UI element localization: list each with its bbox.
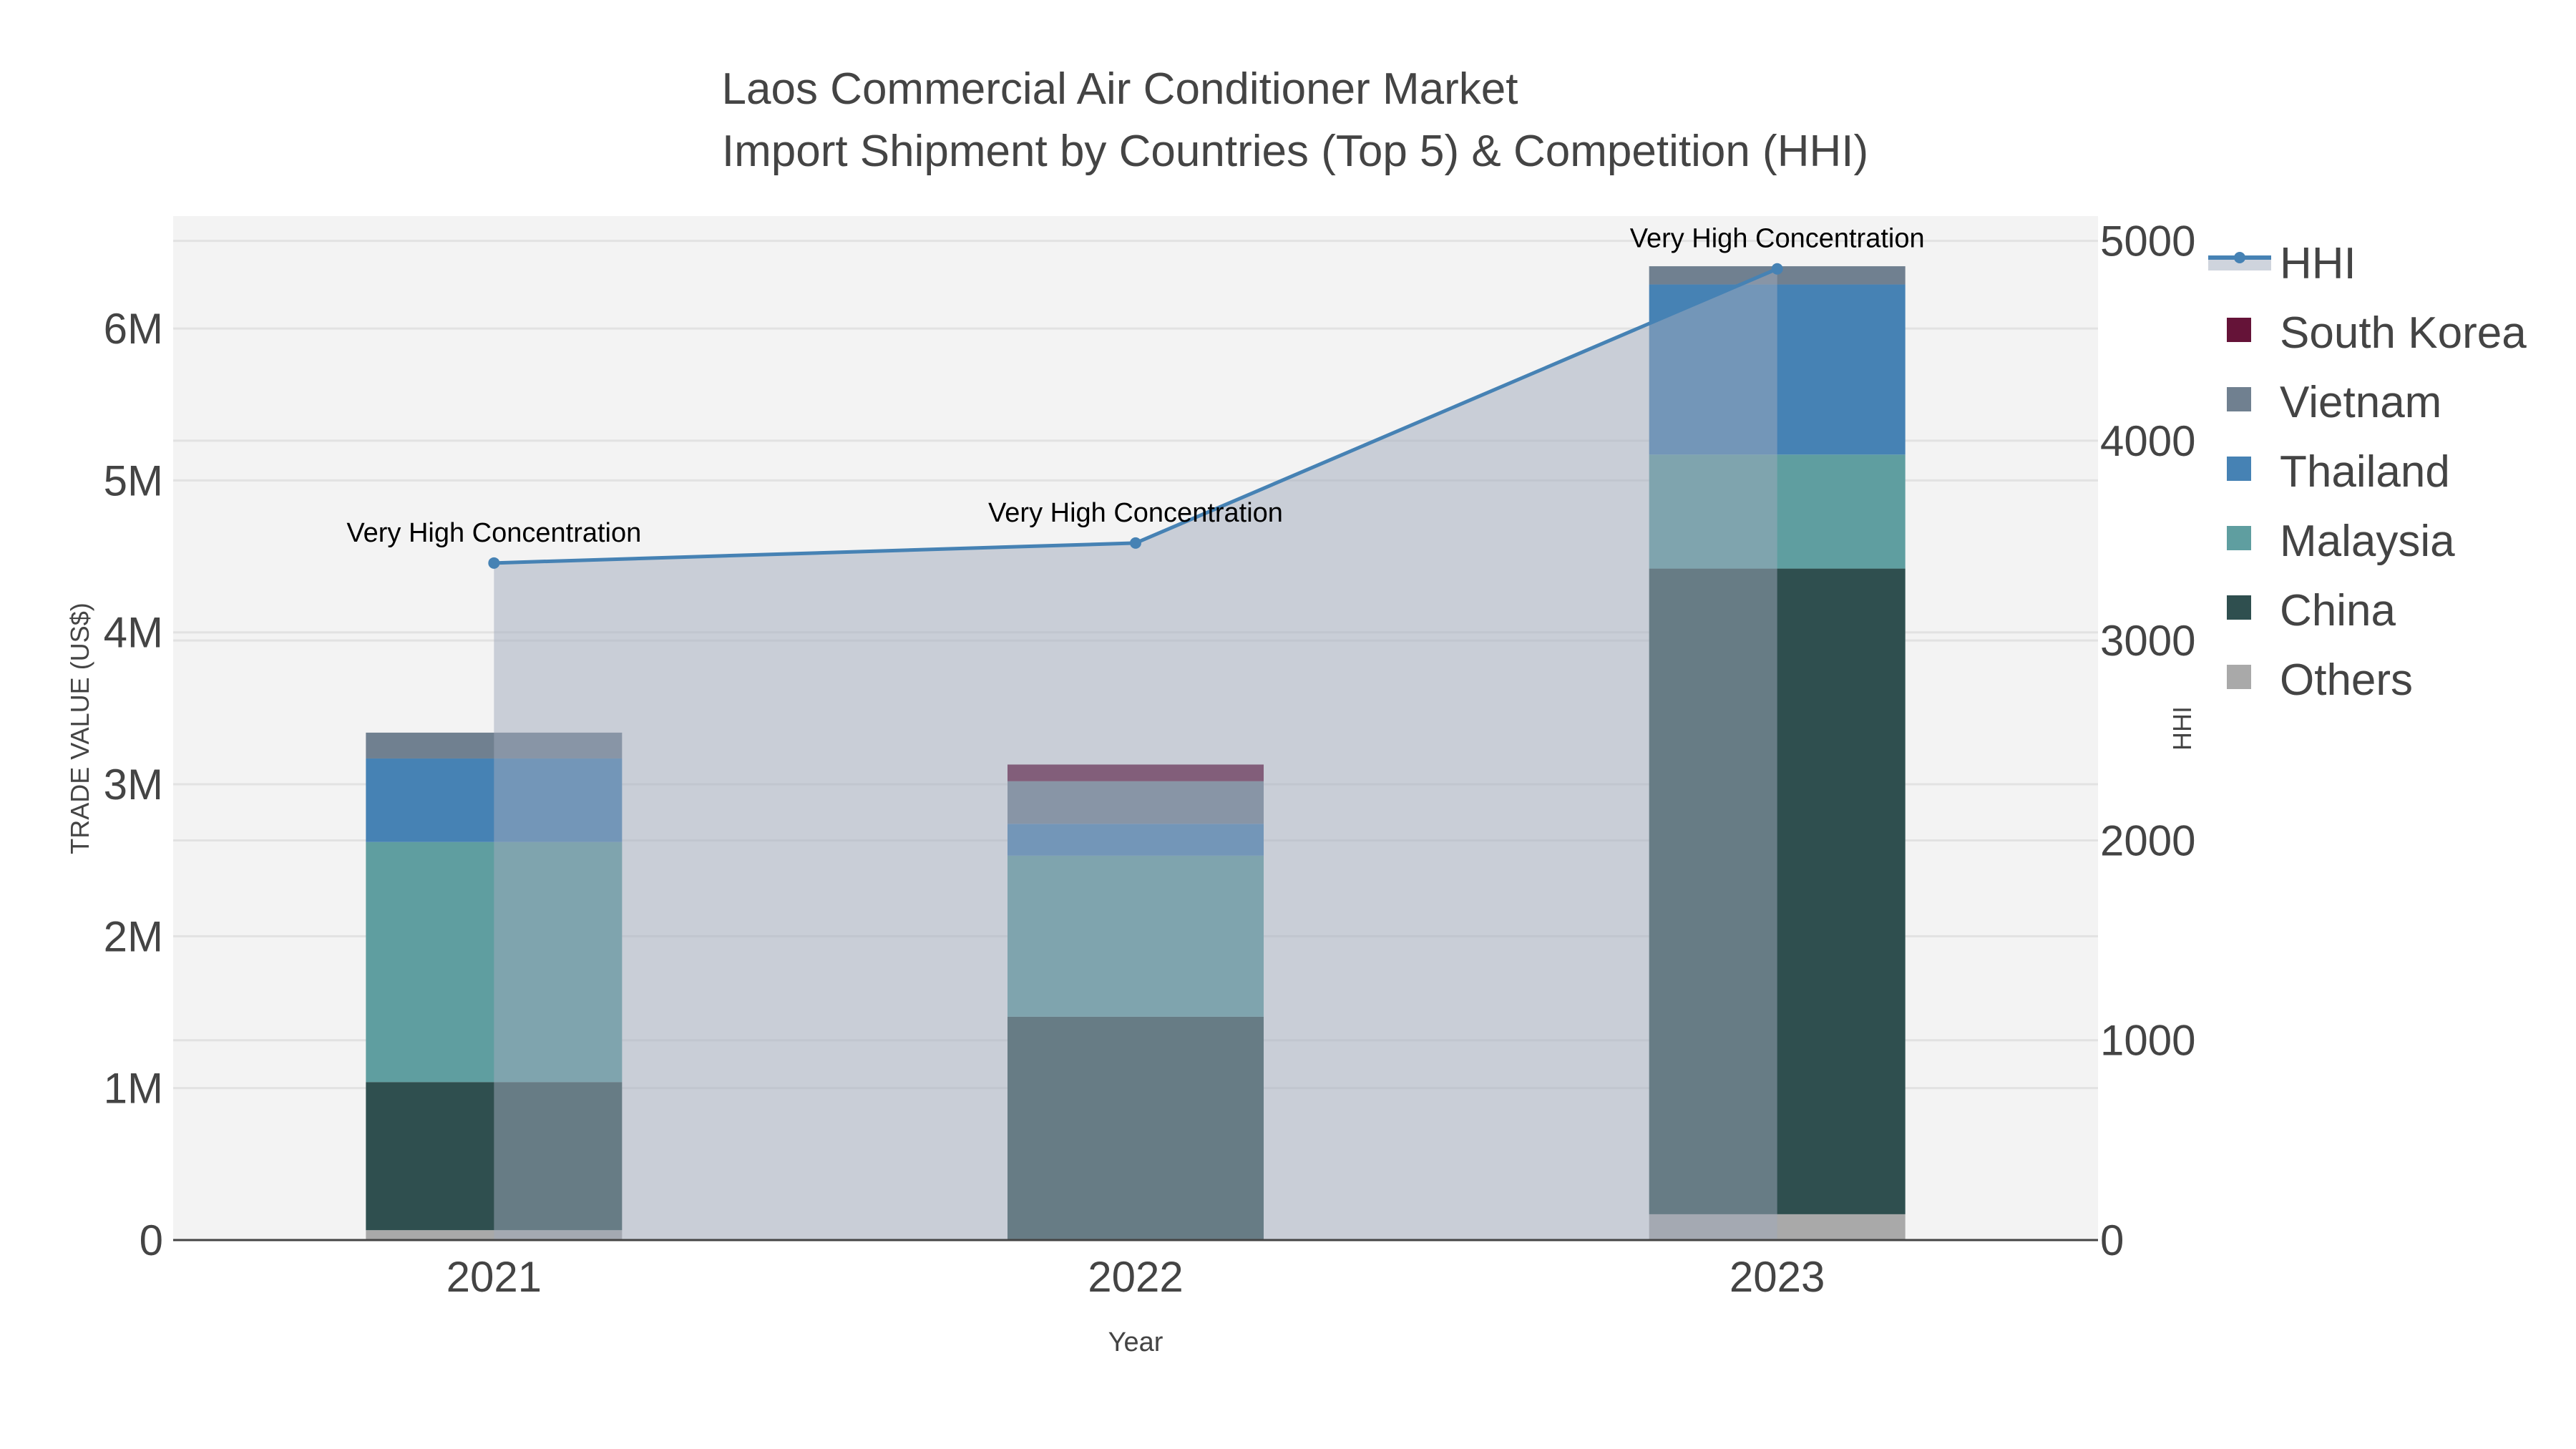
y-tick-label: 1M (104, 1065, 163, 1113)
chart-title: Laos Commercial Air Conditioner Market (722, 64, 1518, 114)
y-tick-label: 3M (104, 761, 163, 809)
legend-label: Thailand (2280, 447, 2450, 497)
y2-tick-label: 4000 (2100, 417, 2195, 465)
hhi-annotation: Very High Concentration (346, 518, 641, 548)
legend-hhi-marker (2234, 252, 2245, 263)
y-tick-label: 6M (104, 305, 163, 353)
y2-tick-label: 1000 (2100, 1017, 2195, 1065)
hhi-point (1130, 537, 1141, 549)
y2-tick-label: 5000 (2100, 218, 2195, 265)
y-tick-label: 2M (104, 912, 163, 960)
x-tick-label: 2022 (1088, 1253, 1183, 1301)
y2-axis-title: HHI (2167, 706, 2197, 751)
chart-subtitle: Import Shipment by Countries (Top 5) & C… (722, 127, 1868, 176)
legend-swatch (2227, 526, 2251, 550)
y-tick-label: 5M (104, 457, 163, 504)
hhi-point (488, 557, 500, 569)
legend-label: South Korea (2280, 308, 2527, 358)
legend-label: Others (2280, 655, 2413, 705)
legend-label: Vietnam (2280, 378, 2441, 427)
legend-swatch (2227, 457, 2251, 481)
chart: Very High Concentration Very High Concent… (0, 0, 2576, 1449)
x-axis-title: Year (1108, 1327, 1163, 1357)
y2-tick-label: 2000 (2100, 816, 2195, 864)
hhi-point (1771, 263, 1783, 275)
legend-label: Malaysia (2280, 517, 2455, 566)
legend-swatch (2227, 318, 2251, 342)
y-axis-title: TRADE VALUE (US$) (65, 602, 94, 854)
y2-tick-label: 3000 (2100, 617, 2195, 665)
x-tick-label: 2023 (1729, 1253, 1825, 1301)
legend-label: China (2280, 586, 2396, 635)
y-tick-label: 4M (104, 609, 163, 657)
y-tick-label: 0 (140, 1216, 163, 1264)
x-tick-label: 2021 (447, 1253, 542, 1301)
legend-swatch (2227, 665, 2251, 689)
legend-swatch (2227, 387, 2251, 411)
legend-swatch (2227, 595, 2251, 620)
y2-tick-label: 0 (2100, 1216, 2124, 1264)
hhi-annotation: Very High Concentration (1630, 224, 1925, 254)
legend-label: HHI (2280, 239, 2356, 288)
hhi-annotation: Very High Concentration (988, 498, 1283, 528)
